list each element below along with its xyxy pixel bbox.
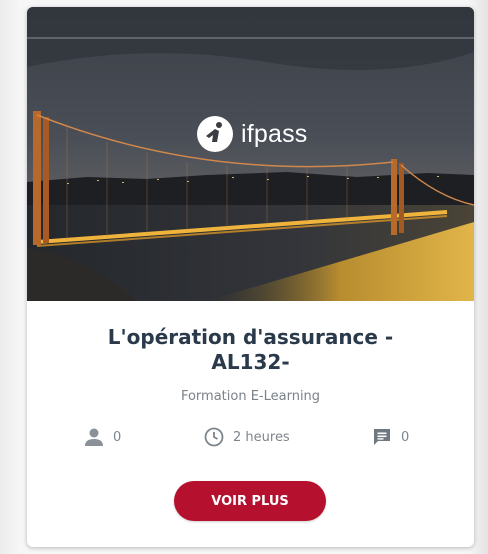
golden-gate-bridge-photo — [27, 7, 474, 301]
course-type-label: Formation E-Learning — [180, 389, 321, 404]
page-background: ifpass L'opération d'assurance - AL132- … — [0, 0, 488, 554]
course-title[interactable]: L'opération d'assurance - AL132- — [27, 325, 474, 375]
duration-meta: 2 heures — [203, 427, 290, 447]
comments-count-meta: 0 — [371, 427, 409, 447]
learners-count-meta: 0 — [83, 427, 121, 447]
voir-plus-button[interactable]: VOIR PLUS — [174, 481, 326, 521]
learners-count: 0 — [113, 429, 122, 445]
course-title-line-2: AL132- — [211, 350, 290, 374]
ifpass-logo: ifpass — [197, 116, 308, 152]
person-icon — [83, 426, 105, 448]
course-title-line-1: L'opération d'assurance - — [107, 325, 394, 349]
duration-text: 2 heures — [233, 429, 290, 445]
clock-icon — [203, 426, 225, 448]
ifpass-logo-text: ifpass — [241, 119, 308, 148]
course-cover-image[interactable]: ifpass — [27, 7, 474, 301]
comment-icon — [371, 426, 393, 448]
course-card-body: L'opération d'assurance - AL132- Formati… — [27, 301, 474, 547]
course-card[interactable]: ifpass L'opération d'assurance - AL132- … — [27, 7, 474, 547]
comments-count: 0 — [401, 429, 410, 445]
ifpass-logo-mark-icon — [197, 116, 233, 152]
